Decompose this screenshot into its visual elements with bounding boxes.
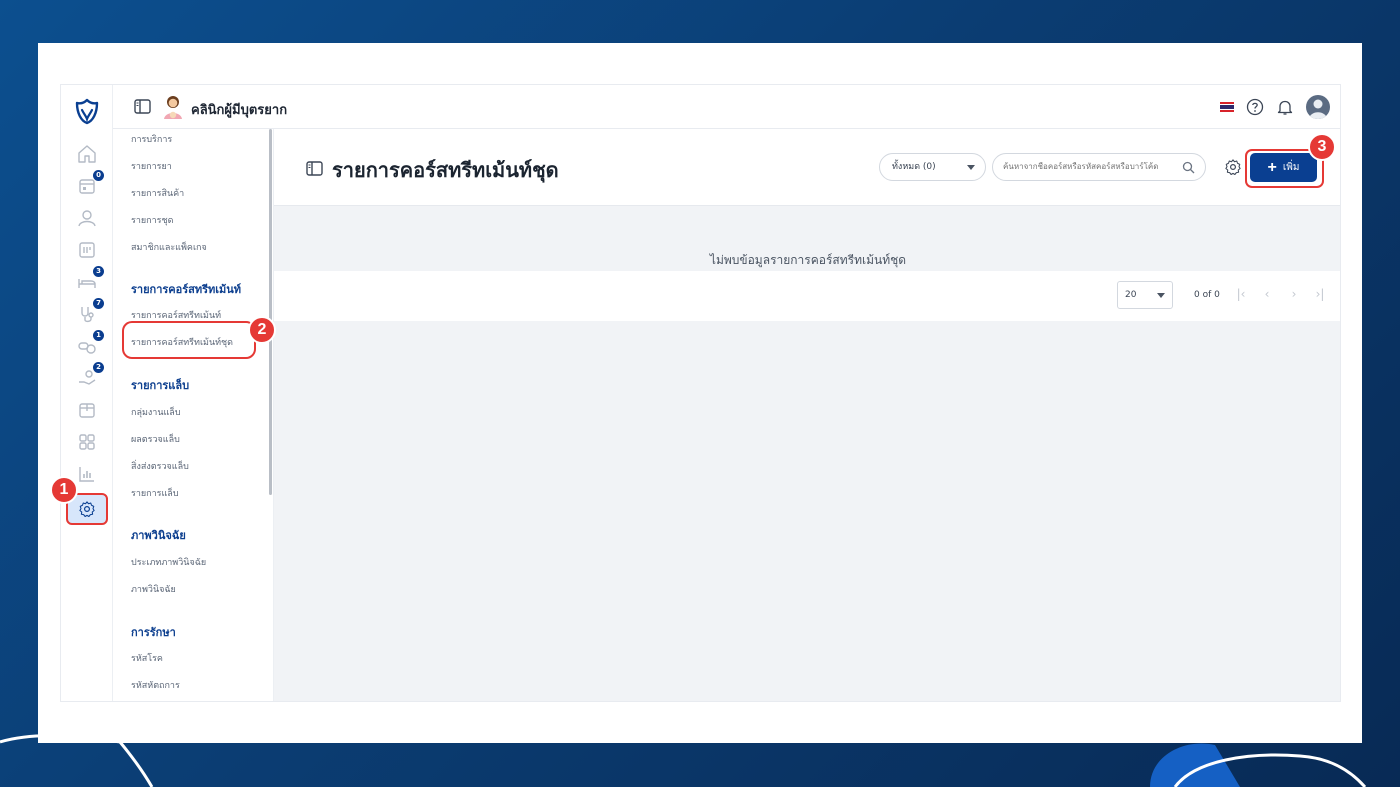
submenu-item-services[interactable]: การบริการ <box>131 132 172 146</box>
bed-icon[interactable]: 3 <box>76 266 104 293</box>
submenu-heading-course: รายการคอร์สทรีทเม้นท์ <box>131 284 242 296</box>
help-icon[interactable] <box>1246 98 1264 116</box>
pills-icon[interactable]: 1 <box>76 330 104 357</box>
column-settings-gear-icon[interactable] <box>1224 158 1242 176</box>
apps-icon[interactable] <box>76 431 98 453</box>
last-page-icon[interactable]: ›| <box>1313 287 1327 301</box>
chevron-down-icon <box>1157 293 1165 298</box>
status-filter-value: ทั้งหมด (0) <box>892 162 936 172</box>
submenu-item-procedure-code[interactable]: รหัสหัตถการ <box>131 678 180 692</box>
pagination-bar: 20 0 of 0 |‹ ‹ › ›| <box>274 271 1340 321</box>
submenu-item-lab-specimen[interactable]: สิ่งส่งตรวจแล็บ <box>131 459 189 473</box>
submenu-item-lab-list[interactable]: รายการแล็บ <box>131 486 179 500</box>
page-size-value: 20 <box>1125 290 1137 300</box>
user-icon[interactable] <box>76 207 98 229</box>
step-marker-3: 3 <box>1308 133 1336 161</box>
submenu-item-sets[interactable]: รายการชุด <box>131 213 173 227</box>
clinic-logo-icon[interactable] <box>74 97 100 125</box>
pills-badge: 1 <box>93 330 104 341</box>
search-icon[interactable] <box>1182 161 1195 174</box>
submenu-item-imaging[interactable]: ภาพวินิจฉัย <box>131 582 176 596</box>
submenu-item-lab-group[interactable]: กลุ่มงานแล็บ <box>131 405 181 419</box>
empty-state-message: ไม่พบข้อมูลรายการคอร์สทรีทเม้นท์ชุด <box>709 253 907 267</box>
page-size-select[interactable]: 20 <box>1117 281 1173 309</box>
submenu-item-drugs[interactable]: รายการยา <box>131 159 172 173</box>
search-field[interactable] <box>992 153 1206 181</box>
page-header: รายการคอร์สทรีทเม้นท์ชุด ทั้งหมด (0) + เ… <box>274 129 1340 206</box>
document-icon[interactable] <box>76 239 98 261</box>
thai-flag-icon[interactable] <box>1220 102 1234 113</box>
bed-badge: 3 <box>93 266 104 277</box>
top-header: คลินิกผู้มีบุตรยาก <box>113 85 1340 129</box>
submenu-item-disease-code[interactable]: รหัสโรค <box>131 651 163 665</box>
calendar-icon[interactable]: 0 <box>76 170 104 197</box>
submenu-item-lab-result[interactable]: ผลตรวจแล็บ <box>131 432 180 446</box>
chevron-down-icon <box>967 165 975 170</box>
add-button[interactable]: + เพิ่ม <box>1250 153 1317 182</box>
box-icon[interactable] <box>76 399 98 421</box>
clinic-avatar-icon <box>164 96 182 119</box>
sidebar-toggle-icon[interactable] <box>134 99 151 114</box>
step-marker-1: 1 <box>50 476 78 504</box>
stethoscope-badge: 7 <box>93 298 104 309</box>
step-marker-2: 2 <box>248 316 276 344</box>
status-filter-select[interactable]: ทั้งหมด (0) <box>879 153 986 181</box>
page-range-text: 0 of 0 <box>1194 290 1220 300</box>
main-content: รายการคอร์สทรีทเม้นท์ชุด ทั้งหมด (0) + เ… <box>274 129 1340 701</box>
user-avatar[interactable] <box>1306 95 1330 119</box>
submenu-item-imaging-type[interactable]: ประเภทภาพวินิจฉัย <box>131 555 206 569</box>
search-input[interactable] <box>1003 162 1183 171</box>
plus-icon: + <box>1267 158 1277 176</box>
calendar-badge: 0 <box>93 170 104 181</box>
page-title: รายการคอร์สทรีทเม้นท์ชุด <box>332 160 559 182</box>
settings-submenu: การบริการ รายการยา รายการสินค้า รายการชุ… <box>113 129 274 701</box>
app-window: 0 3 7 1 2 คลินิกผู้มีบุตรยาก การบริการ ร… <box>60 84 1341 702</box>
clinic-name[interactable]: คลินิกผู้มีบุตรยาก <box>191 99 287 120</box>
stethoscope-icon[interactable]: 7 <box>76 298 104 325</box>
hand-badge: 2 <box>93 362 104 373</box>
chart-icon[interactable] <box>76 463 98 485</box>
home-icon[interactable] <box>76 143 98 165</box>
notification-bell-icon[interactable] <box>1276 98 1294 116</box>
prev-page-icon[interactable]: ‹ <box>1260 287 1274 301</box>
icon-rail: 0 3 7 1 2 <box>61 85 113 701</box>
submenu-item-products[interactable]: รายการสินค้า <box>131 186 184 200</box>
submenu-item-members[interactable]: สมาชิกและแพ็คเกจ <box>131 240 207 254</box>
add-button-label: เพิ่ม <box>1282 162 1300 173</box>
next-page-icon[interactable]: › <box>1287 287 1301 301</box>
panel-layout-icon <box>306 161 323 176</box>
submenu-heading-imaging: ภาพวินิจฉัย <box>131 530 186 542</box>
gear-icon <box>79 501 95 518</box>
submenu-heading-treatment: การรักษา <box>131 627 176 639</box>
first-page-icon[interactable]: |‹ <box>1234 287 1248 301</box>
header-actions <box>1220 95 1330 119</box>
submenu-heading-lab: รายการแล็บ <box>131 380 190 392</box>
avatar-silhouette-icon <box>1309 99 1327 119</box>
submenu-scrollbar[interactable] <box>269 129 272 495</box>
active-item-highlight <box>122 321 256 359</box>
hand-coin-icon[interactable]: 2 <box>76 362 104 389</box>
submenu-item-course[interactable]: รายการคอร์สทรีทเม้นท์ <box>131 308 221 322</box>
